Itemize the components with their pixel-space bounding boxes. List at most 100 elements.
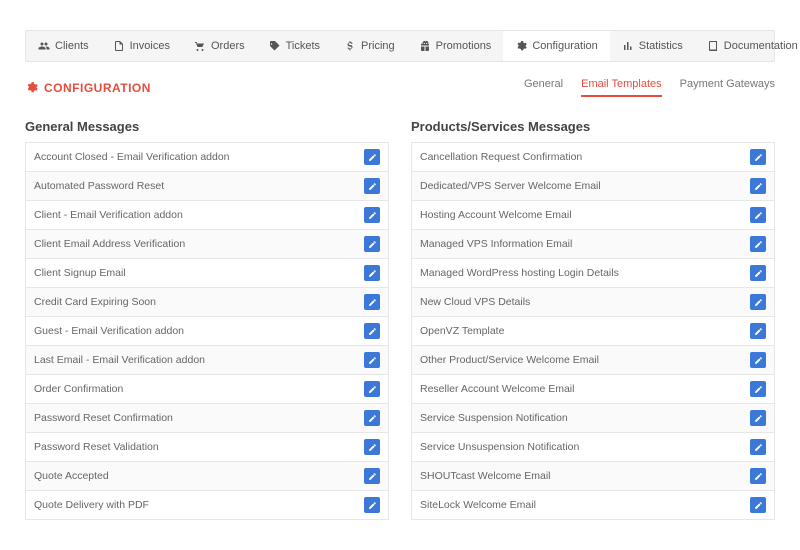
template-row: Managed WordPress hosting Login Details [411,259,775,288]
page-title: CONFIGURATION [25,81,151,95]
cogs-icon [515,40,527,52]
template-name: Other Product/Service Welcome Email [420,354,599,366]
template-row: SHOUTcast Welcome Email [411,462,775,491]
template-row: Client Email Address Verification [25,230,389,259]
subtab-general[interactable]: General [524,78,563,97]
edit-button[interactable] [750,236,766,252]
template-name: Cancellation Request Confirmation [420,151,582,163]
nav-item-label: Promotions [436,40,492,52]
template-name: Reseller Account Welcome Email [420,383,574,395]
edit-button[interactable] [364,236,380,252]
edit-button[interactable] [750,410,766,426]
nav-item-configuration[interactable]: Configuration [503,31,609,61]
edit-button[interactable] [750,178,766,194]
template-name: Client Email Address Verification [34,238,185,250]
nav-item-label: Tickets [286,40,320,52]
template-name: Last Email - Email Verification addon [34,354,205,366]
template-row: Account Closed - Email Verification addo… [25,142,389,172]
template-name: Dedicated/VPS Server Welcome Email [420,180,601,192]
nav-item-statistics[interactable]: Statistics [610,31,695,61]
edit-button[interactable] [364,323,380,339]
template-row: Quote Delivery with PDF [25,491,389,520]
edit-button[interactable] [364,497,380,513]
template-row: Hosting Account Welcome Email [411,201,775,230]
nav-item-label: Configuration [532,40,597,52]
template-name: Password Reset Confirmation [34,412,173,424]
edit-button[interactable] [364,265,380,281]
edit-button[interactable] [364,149,380,165]
subtab-payment-gateways[interactable]: Payment Gateways [680,78,775,97]
template-name: Automated Password Reset [34,180,164,192]
edit-button[interactable] [364,439,380,455]
nav-item-label: Pricing [361,40,395,52]
tag-icon [269,40,281,52]
edit-button[interactable] [364,381,380,397]
template-row: Password Reset Validation [25,433,389,462]
cogs-icon [25,81,38,94]
nav-item-pricing[interactable]: Pricing [332,31,407,61]
template-row: Quote Accepted [25,462,389,491]
users-icon [38,40,50,52]
nav-item-promotions[interactable]: Promotions [407,31,504,61]
template-name: Password Reset Validation [34,441,159,453]
template-row: Credit Card Expiring Soon [25,288,389,317]
edit-button[interactable] [750,149,766,165]
edit-button[interactable] [750,352,766,368]
nav-item-label: Clients [55,40,89,52]
edit-button[interactable] [750,468,766,484]
nav-item-clients[interactable]: Clients [26,31,101,61]
edit-button[interactable] [750,323,766,339]
book-icon [707,40,719,52]
gift-icon [419,40,431,52]
edit-button[interactable] [750,265,766,281]
template-name: SiteLock Welcome Email [420,499,536,511]
template-name: New Cloud VPS Details [420,296,530,308]
edit-button[interactable] [750,381,766,397]
edit-button[interactable] [364,294,380,310]
template-name: Service Unsuspension Notification [420,441,579,453]
nav-item-label: Invoices [130,40,170,52]
file-icon [113,40,125,52]
template-row: Service Suspension Notification [411,404,775,433]
edit-button[interactable] [364,207,380,223]
template-name: OpenVZ Template [420,325,504,337]
template-row: Client Signup Email [25,259,389,288]
template-row: Service Unsuspension Notification [411,433,775,462]
products-services-heading: Products/Services Messages [411,119,775,134]
template-row: Cancellation Request Confirmation [411,142,775,172]
nav-item-orders[interactable]: Orders [182,31,257,61]
template-row: Last Email - Email Verification addon [25,346,389,375]
edit-button[interactable] [364,468,380,484]
edit-button[interactable] [364,178,380,194]
template-name: Quote Delivery with PDF [34,499,149,511]
stats-icon [622,40,634,52]
edit-button[interactable] [364,410,380,426]
products-services-list: Cancellation Request Confirmation Dedicat… [411,142,775,520]
template-name: Account Closed - Email Verification addo… [34,151,230,163]
nav-item-label: Orders [211,40,245,52]
nav-item-invoices[interactable]: Invoices [101,31,182,61]
edit-button[interactable] [750,294,766,310]
template-row: Client - Email Verification addon [25,201,389,230]
edit-button[interactable] [750,207,766,223]
template-name: Order Confirmation [34,383,123,395]
nav-item-label: Documentation [724,40,798,52]
template-row: Order Confirmation [25,375,389,404]
edit-button[interactable] [750,497,766,513]
template-name: Client - Email Verification addon [34,209,183,221]
general-messages-list: Account Closed - Email Verification addo… [25,142,389,520]
subtab-email-templates[interactable]: Email Templates [581,78,662,97]
nav-item-documentation[interactable]: Documentation [695,31,800,61]
template-name: Guest - Email Verification addon [34,325,184,337]
edit-button[interactable] [364,352,380,368]
dollar-icon [344,40,356,52]
template-row: New Cloud VPS Details [411,288,775,317]
template-row: OpenVZ Template [411,317,775,346]
template-name: Managed VPS Information Email [420,238,572,250]
template-name: SHOUTcast Welcome Email [420,470,551,482]
edit-button[interactable] [750,439,766,455]
nav-item-label: Statistics [639,40,683,52]
template-row: Other Product/Service Welcome Email [411,346,775,375]
nav-item-tickets[interactable]: Tickets [257,31,332,61]
template-row: Guest - Email Verification addon [25,317,389,346]
